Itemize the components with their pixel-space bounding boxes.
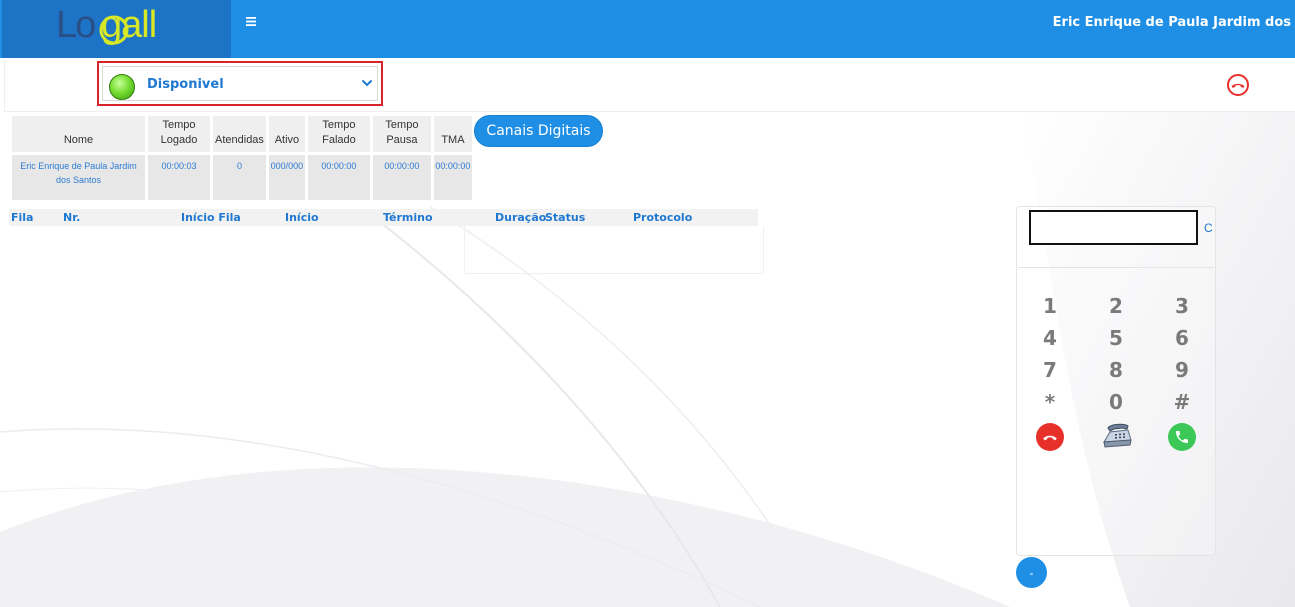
phone-hangup-icon <box>1227 74 1249 96</box>
user-name[interactable]: Eric Enrique de Paula Jardim dos <box>1053 15 1291 30</box>
hamburger-icon <box>246 16 256 26</box>
dial-key-7[interactable]: 7 <box>1030 357 1070 383</box>
phone-call-icon <box>1176 431 1188 443</box>
agent-name-cell: Eric Enrique de Paula Jardim dos Santos <box>12 152 145 200</box>
dial-key-9[interactable]: 9 <box>1162 357 1202 383</box>
logall-logo: Lo gall <box>56 4 157 46</box>
column-header-inicio-fila: Início Fila <box>181 211 241 224</box>
column-header-nome: Nome <box>12 116 145 152</box>
agent-stats-table: Nome Tempo Logado Atendidas Ativo Tempo Fa… <box>9 116 475 200</box>
column-header-duracao: Duração <box>495 211 547 224</box>
dial-key-1[interactable]: 1 <box>1030 293 1070 319</box>
dialer-hangup-button[interactable] <box>1036 423 1064 451</box>
tempo-falado-cell: 00:00:00 <box>307 152 370 200</box>
dial-key-0[interactable]: 0 <box>1096 389 1136 415</box>
column-header-tempo-pausa: Tempo Pausa <box>372 116 431 152</box>
status-dropdown-inner: Disponivel <box>102 66 378 101</box>
agent-stats-row: Eric Enrique de Paula Jardim dos Santos … <box>12 152 472 200</box>
ativo-cell: 000/000 <box>268 152 305 200</box>
dial-key-star[interactable]: * <box>1030 389 1070 415</box>
column-header-inicio: Início <box>285 211 319 224</box>
calls-table-body <box>464 226 764 274</box>
agent-stats-header-row: Nome Tempo Logado Atendidas Ativo Tempo Fa… <box>12 116 472 152</box>
canais-digitais-button[interactable]: Canais Digitais <box>474 115 603 147</box>
transfer-phone-button[interactable] <box>1100 421 1134 453</box>
column-header-tma: TMA <box>433 116 472 152</box>
dial-key-5[interactable]: 5 <box>1096 325 1136 351</box>
tempo-logado-cell: 00:00:03 <box>148 152 210 200</box>
dialer-divider <box>1018 267 1214 268</box>
dial-key-hash[interactable]: # <box>1162 389 1202 415</box>
dial-key-3[interactable]: 3 <box>1162 293 1202 319</box>
phone-hangup-icon <box>1043 435 1057 441</box>
column-header-fila: Fila <box>11 211 34 224</box>
hamburger-menu-button[interactable] <box>240 10 262 32</box>
desk-phone-icon <box>1103 423 1132 448</box>
dial-key-8[interactable]: 8 <box>1096 357 1136 383</box>
chevron-down-icon <box>362 80 372 87</box>
logo-container[interactable]: Lo gall <box>2 0 231 58</box>
atendidas-cell: 0 <box>213 152 266 200</box>
column-header-atendidas: Atendidas <box>213 116 266 152</box>
column-header-protocolo: Protocolo <box>633 211 693 224</box>
column-header-status: Status <box>545 211 586 224</box>
status-indicator-icon <box>109 74 135 100</box>
column-header-tempo-logado: Tempo Logado <box>148 116 210 152</box>
calls-table-header: Fila Nr. Início Fila Início Término Dura… <box>9 209 758 226</box>
dial-key-2[interactable]: 2 <box>1096 293 1136 319</box>
column-header-tempo-falado: Tempo Falado <box>307 116 370 152</box>
top-navbar: Lo gall Eric Enrique de Paula Jardim dos <box>0 0 1295 58</box>
tempo-pausa-cell: 00:00:00 <box>372 152 431 200</box>
dial-number-input[interactable] <box>1029 210 1198 245</box>
column-header-termino: Término <box>383 211 433 224</box>
status-label: Disponivel <box>147 77 224 92</box>
column-header-nr: Nr. <box>63 211 81 224</box>
svg-text:Lo: Lo <box>56 4 95 46</box>
dial-key-4[interactable]: 4 <box>1030 325 1070 351</box>
dial-key-6[interactable]: 6 <box>1162 325 1202 351</box>
tma-cell: 00:00:00 <box>433 152 472 200</box>
svg-text:gall: gall <box>101 4 156 46</box>
hangup-top-button[interactable] <box>1226 73 1250 97</box>
minimize-dialer-button[interactable]: - <box>1016 557 1047 588</box>
column-header-ativo: Ativo <box>268 116 305 152</box>
dial-clear-button[interactable]: C <box>1204 221 1213 235</box>
dialer-call-button[interactable] <box>1168 423 1196 451</box>
status-dropdown[interactable]: Disponivel <box>97 61 383 106</box>
